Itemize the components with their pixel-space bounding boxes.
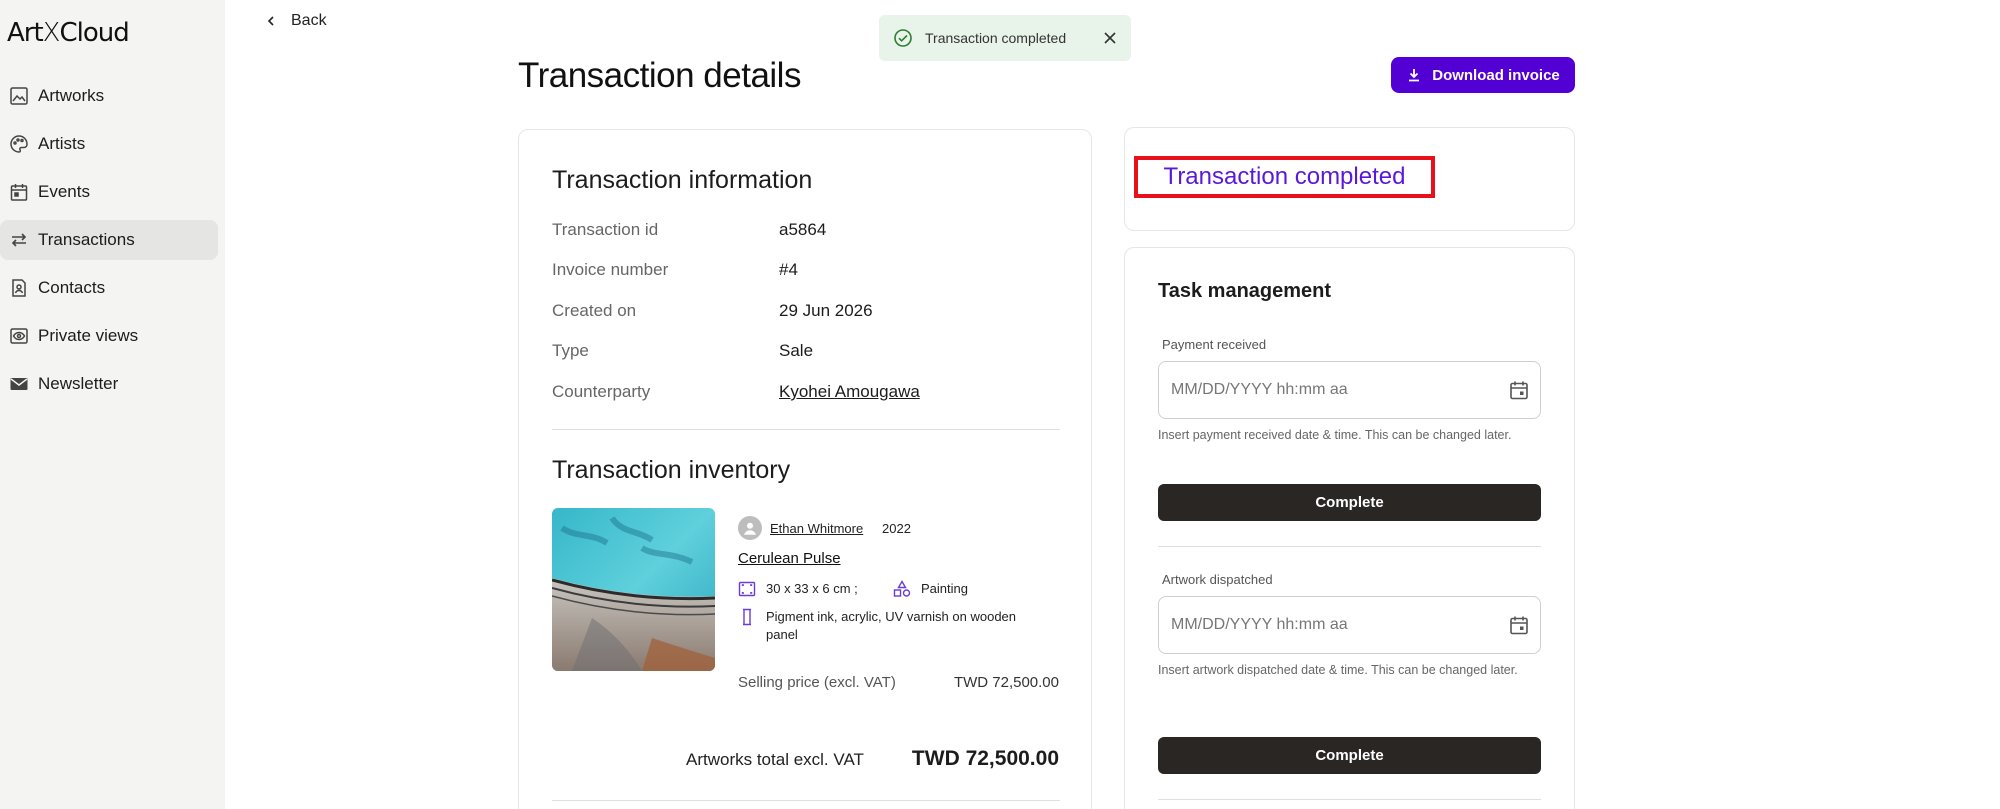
eye-icon <box>8 325 30 347</box>
calendar-icon[interactable] <box>1508 379 1530 401</box>
sidebar-item-label: Transactions <box>38 230 135 249</box>
info-label-created-on: Created on <box>552 301 637 320</box>
sidebar-item-newsletter[interactable]: Newsletter <box>0 364 218 404</box>
back-label: Back <box>291 12 327 29</box>
artwork-dispatched-label: Artwork dispatched <box>1162 572 1273 587</box>
sidebar-item-transactions[interactable]: Transactions <box>0 220 218 260</box>
mail-icon <box>8 373 30 395</box>
transaction-card: Transaction information Transaction id a… <box>518 129 1092 809</box>
logo-text-right: Cloud <box>59 18 129 48</box>
calendar-icon <box>8 181 30 203</box>
info-value-type: Sale <box>779 341 814 360</box>
payment-received-input[interactable] <box>1158 361 1541 419</box>
chevron-left-icon <box>267 16 274 26</box>
sidebar-item-artists[interactable]: Artists <box>0 124 218 164</box>
info-label-transaction-id: Transaction id <box>552 220 659 239</box>
palette-icon <box>8 133 30 155</box>
sidebar-item-label: Events <box>38 182 90 201</box>
success-toast: Transaction completed <box>879 15 1131 61</box>
complete-payment-button[interactable]: Complete <box>1158 484 1541 521</box>
info-label-type: Type <box>552 341 589 360</box>
swap-arrows-icon <box>8 229 30 251</box>
artwork-title-link[interactable]: Cerulean Pulse <box>738 550 841 567</box>
close-icon[interactable] <box>1103 31 1117 45</box>
info-value-created-on: 29 Jun 2026 <box>779 301 873 320</box>
logo-text-left: Art <box>7 18 44 48</box>
calendar-icon[interactable] <box>1508 614 1530 636</box>
sidebar-item-private-views[interactable]: Private views <box>0 316 218 356</box>
sidebar-item-label: Private views <box>38 326 139 345</box>
sidebar-item-label: Artists <box>38 134 86 153</box>
info-value-invoice-number: #4 <box>779 260 798 279</box>
artwork-medium-type: Painting <box>921 581 968 596</box>
payment-received-hint: Insert payment received date & time. Thi… <box>1158 428 1512 442</box>
selling-price-value: TWD 72,500.00 <box>953 674 1059 691</box>
complete-dispatch-button[interactable]: Complete <box>1158 737 1541 774</box>
page-title: Transaction details <box>518 56 801 95</box>
transaction-information-title: Transaction information <box>552 166 813 194</box>
artxcloud-logo[interactable]: ArtXCloud <box>7 18 130 48</box>
sidebar-item-label: Artworks <box>38 86 105 105</box>
transaction-inventory-title: Transaction inventory <box>552 456 791 484</box>
sidebar-item-artworks[interactable]: Artworks <box>0 76 218 116</box>
section-divider <box>552 429 1060 430</box>
download-invoice-button[interactable]: Download invoice <box>1391 57 1575 93</box>
payment-received-label: Payment received <box>1162 337 1267 352</box>
logo-text-x: X <box>42 18 61 48</box>
counterparty-link[interactable]: Kyohei Amougawa <box>779 382 920 402</box>
task-management-title: Task management <box>1158 280 1332 302</box>
sidebar-item-label: Contacts <box>38 278 106 297</box>
artworks-total-label: Artworks total excl. VAT <box>686 750 864 769</box>
artwork-dimensions: 30 x 33 x 6 cm ; <box>766 581 858 596</box>
task-divider <box>1158 799 1541 800</box>
contact-card-icon <box>8 277 30 299</box>
sidebar-item-contacts[interactable]: Contacts <box>0 268 218 308</box>
shapes-icon <box>893 580 911 597</box>
check-circle-icon <box>894 29 912 47</box>
transaction-status: Transaction completed <box>1134 156 1435 198</box>
info-value-transaction-id: a5864 <box>779 220 827 239</box>
task-divider <box>1158 546 1541 547</box>
artwork-dispatched-input[interactable] <box>1158 596 1541 654</box>
info-label-counterparty: Counterparty <box>552 382 651 401</box>
artworks-total-value: TWD 72,500.00 <box>911 747 1059 770</box>
sidebar-item-label: Newsletter <box>38 374 119 393</box>
toast-message: Transaction completed <box>925 30 1067 46</box>
artist-avatar <box>738 516 762 540</box>
artist-link[interactable]: Ethan Whitmore <box>770 521 863 536</box>
canvas-icon <box>743 608 751 626</box>
sidebar-item-events[interactable]: Events <box>0 172 218 212</box>
sidebar: ArtXCloud Artworks Artists Events Transa… <box>0 0 225 809</box>
artwork-materials-line1: Pigment ink, acrylic, UV varnish on wood… <box>766 609 1017 624</box>
download-icon <box>1409 69 1420 82</box>
back-link[interactable]: Back <box>265 12 327 30</box>
artwork-materials-line2: panel <box>766 627 798 642</box>
image-icon <box>8 85 30 107</box>
info-label-invoice-number: Invoice number <box>552 260 669 279</box>
artwork-thumbnail[interactable] <box>552 508 715 671</box>
artwork-dispatched-hint: Insert artwork dispatched date & time. T… <box>1158 663 1518 677</box>
task-management-card: Task management Payment received Insert … <box>1124 247 1575 809</box>
download-invoice-label: Download invoice <box>1432 66 1560 84</box>
artwork-year: 2022 <box>882 521 911 536</box>
dimensions-icon <box>738 581 756 597</box>
section-divider <box>552 800 1060 801</box>
selling-price-label: Selling price (excl. VAT) <box>738 674 896 691</box>
